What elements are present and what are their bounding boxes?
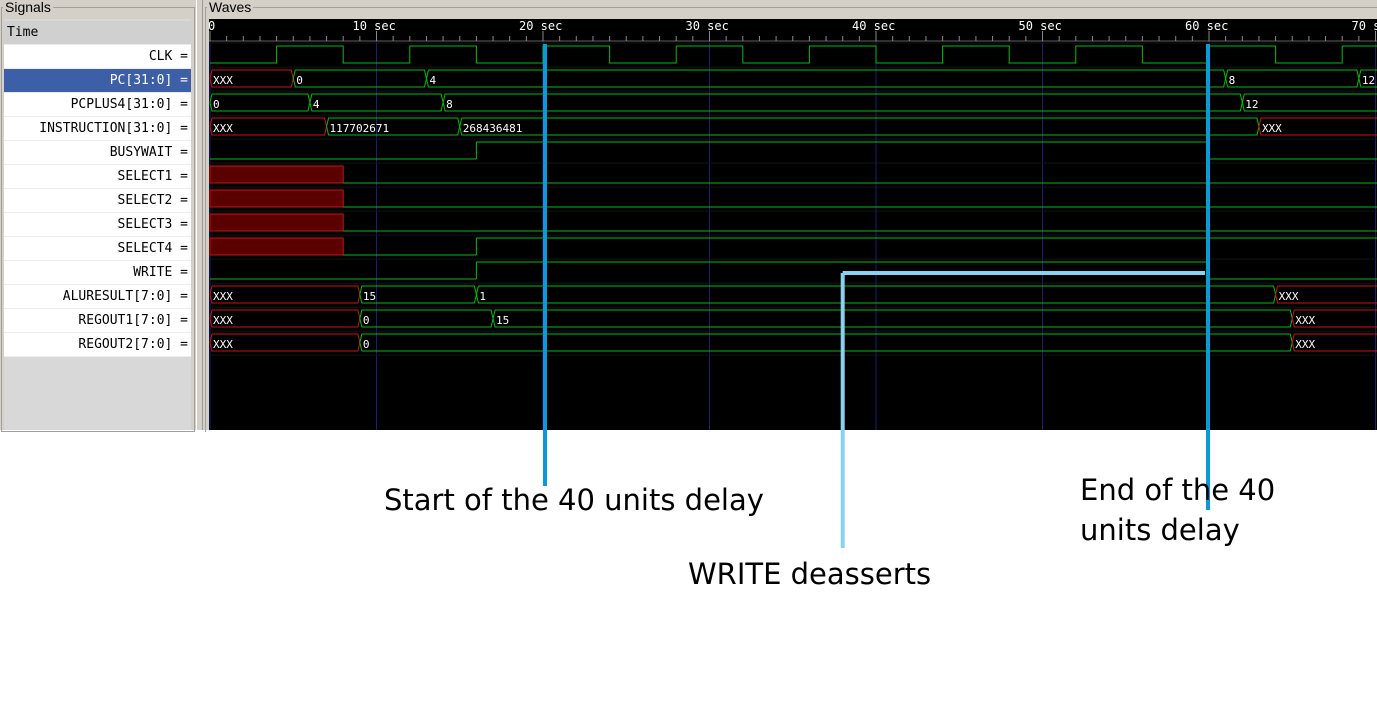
signal-row-select3[interactable]: SELECT3 = — [4, 213, 191, 237]
signal-name: REGOUT2[7:0] = — [78, 337, 188, 352]
regout270-bus-value: 0 — [363, 338, 370, 351]
signal-name: SELECT1 = — [117, 169, 188, 184]
aluresult70-bus-value: 1 — [479, 290, 486, 303]
ruler-tick-label: 20 sec — [519, 19, 562, 33]
signal-row-busywait[interactable]: BUSYWAIT = — [4, 141, 191, 165]
instruction310-bus-value: XXX — [213, 122, 233, 135]
regout170-bus-segment — [492, 309, 1293, 328]
signal-row-select4[interactable]: SELECT4 = — [4, 237, 191, 261]
regout170-bus-value: XXX — [1295, 314, 1315, 327]
pc310-bus-segment — [425, 69, 1227, 88]
select1-unknown-segment — [209, 165, 344, 184]
select2-unknown-segment — [209, 189, 344, 208]
regout270-bus-value: XXX — [213, 338, 233, 351]
signal-name: SELECT4 = — [117, 241, 188, 256]
aluresult70-bus-value: XXX — [1279, 290, 1299, 303]
waves-panel-title: Waves — [207, 0, 254, 15]
wave-canvas: 0 10 sec 20 sec 30 sec 40 sec 50 sec 60 sec 70 … — [209, 19, 1377, 430]
waveform-viewer-window: Signals Time CLK = PC[31:0] = PCPLUS4[31:0… — [0, 0, 1377, 432]
signal-row-select1[interactable]: SELECT1 = — [4, 165, 191, 189]
signal-row-regout170[interactable]: REGOUT1[7:0] = — [4, 309, 191, 333]
signal-row-pc310[interactable]: PC[31:0] = — [4, 69, 191, 93]
select4-unknown-segment — [209, 237, 344, 256]
ruler-tick-label: 60 sec — [1185, 19, 1228, 33]
regout170-bus-value: 0 — [363, 314, 370, 327]
regout170-bus-value: 15 — [496, 314, 509, 327]
signal-row-aluresult70[interactable]: ALURESULT[7:0] = — [4, 285, 191, 309]
pcplus4310-bus-value: 0 — [213, 98, 220, 111]
signal-row-select2[interactable]: SELECT2 = — [4, 189, 191, 213]
ruler-tick-label: 0 — [209, 19, 215, 33]
instruction310-bus-segment — [459, 117, 1260, 136]
pc310-bus-value: 0 — [296, 74, 303, 87]
instruction310-bus-value: 268436481 — [463, 122, 523, 135]
aluresult70-bus-value: 15 — [363, 290, 376, 303]
start-delay-annotation: Start of the 40 units delay — [384, 483, 764, 517]
signal-name: PC[31:0] = — [109, 73, 188, 88]
pcplus4310-bus-value: 8 — [446, 98, 453, 111]
pcplus4310-bus-segment — [1241, 93, 1377, 112]
pc310-bus-value: 12 — [1362, 74, 1375, 87]
pc310-bus-segment — [292, 69, 427, 88]
aluresult70-bus-value: XXX — [213, 290, 233, 303]
ruler-tick-label: 30 sec — [686, 19, 729, 33]
pcplus4310-bus-value: 4 — [313, 98, 320, 111]
ruler-tick-label: 10 sec — [353, 19, 396, 33]
time-header-row: Time — [4, 21, 191, 45]
select3-unknown-segment — [209, 213, 344, 232]
regout170-bus-segment — [359, 309, 494, 328]
signal-name: SELECT2 = — [117, 193, 188, 208]
pcplus4310-bus-segment — [209, 93, 311, 112]
ruler-tick-label: 40 sec — [852, 19, 895, 33]
aluresult70-bus-segment — [359, 285, 477, 304]
clk-waveform — [210, 45, 1377, 64]
wave-display[interactable]: 0 10 sec 20 sec 30 sec 40 sec 50 sec 60 sec 70 … — [209, 19, 1377, 430]
pcplus4310-bus-value: 12 — [1245, 98, 1258, 111]
signals-panel-title: Signals — [3, 0, 53, 15]
signal-name: INSTRUCTION[31:0] = — [39, 121, 188, 136]
pc310-bus-segment — [1225, 69, 1360, 88]
signal-row-write[interactable]: WRITE = — [4, 261, 191, 285]
ruler-tick-label: 50 sec — [1019, 19, 1062, 33]
regout270-bus-value: XXX — [1295, 338, 1315, 351]
end-delay-annotation-line2: units delay — [1080, 513, 1240, 547]
pc310-bus-value: 8 — [1229, 74, 1236, 87]
time-header-label: Time — [7, 25, 39, 40]
signal-name: SELECT3 = — [117, 217, 188, 232]
signal-row-regout270[interactable]: REGOUT2[7:0] = — [4, 333, 191, 357]
regout170-bus-value: XXX — [213, 314, 233, 327]
signal-row-pcplus4310[interactable]: PCPLUS4[31:0] = — [4, 93, 191, 117]
signal-name: ALURESULT[7:0] = — [62, 289, 188, 304]
write-deasserts-annotation: WRITE deasserts — [688, 557, 932, 591]
signal-row-instruction310[interactable]: INSTRUCTION[31:0] = — [4, 117, 191, 141]
pc310-bus-value: XXX — [213, 74, 233, 87]
signal-name: REGOUT1[7:0] = — [78, 313, 188, 328]
ruler-tick-label: 70 s — [1352, 19, 1377, 33]
pc310-bus-value: 4 — [429, 74, 436, 87]
signal-name: BUSYWAIT = — [109, 145, 188, 160]
end-delay-annotation-line1: End of the 40 — [1080, 473, 1276, 507]
instruction310-bus-value: XXX — [1262, 122, 1282, 135]
signal-name: WRITE = — [133, 265, 188, 280]
pcplus4310-bus-segment — [442, 93, 1243, 112]
regout270-bus-segment — [359, 333, 1293, 352]
signals-list[interactable]: Time CLK = PC[31:0] = PCPLUS4[31:0] = INSTR… — [4, 19, 191, 430]
signal-row-clk[interactable]: CLK = — [4, 45, 191, 69]
signal-name: CLK = — [148, 49, 188, 64]
signal-name: PCPLUS4[31:0] = — [70, 97, 188, 112]
instruction310-bus-value: 117702671 — [330, 122, 390, 135]
panel-splitter[interactable] — [196, 0, 203, 430]
